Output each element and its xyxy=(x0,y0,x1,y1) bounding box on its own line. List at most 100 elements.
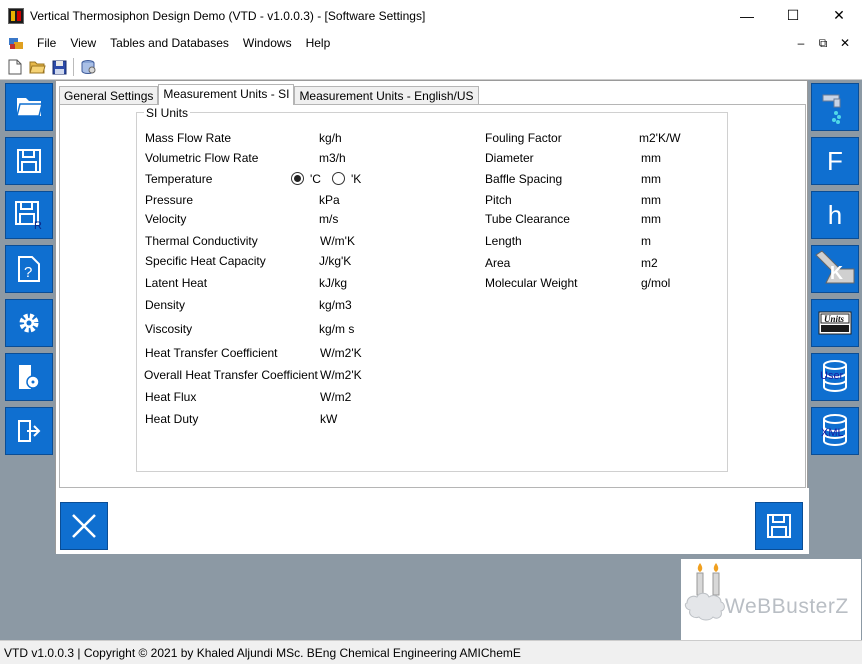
unit-viscosity: kg/m s xyxy=(319,322,355,336)
unit-overall-heat-transfer-coefficient: W/m2'K xyxy=(320,368,362,382)
mdi-minimize-button[interactable]: – xyxy=(790,36,812,50)
unit-molecular-weight: g/mol xyxy=(641,276,671,290)
faucet-icon xyxy=(822,94,841,124)
temperature-celsius-radio[interactable] xyxy=(291,172,304,185)
open-folder-button[interactable] xyxy=(26,56,48,78)
k-pipe-icon: K xyxy=(815,250,855,284)
close-window-button[interactable]: ✕ xyxy=(816,0,862,31)
unit-mass-flow-rate: kg/h xyxy=(319,131,342,145)
minimize-button[interactable]: — xyxy=(724,0,770,31)
label-mass-flow-rate: Mass Flow Rate xyxy=(145,131,232,145)
k-value-button[interactable]: K xyxy=(811,245,859,293)
label-tube-clearance: Tube Clearance xyxy=(485,212,570,226)
user-label: User xyxy=(820,370,844,382)
h-label: h xyxy=(827,199,843,230)
menu-view[interactable]: View xyxy=(63,31,103,55)
label-volumetric-flow-rate: Volumetric Flow Rate xyxy=(145,151,259,165)
unit-length: m xyxy=(641,234,651,248)
new-document-icon xyxy=(8,59,22,75)
logo-text: WeBBusterZ xyxy=(725,595,849,618)
unit-heat-transfer-coefficient: W/m2'K xyxy=(320,346,362,360)
floppy-disk-icon xyxy=(52,60,66,74)
label-heat-flux: Heat Flux xyxy=(145,390,197,404)
user-database-button[interactable]: User xyxy=(811,353,859,401)
save-file-button[interactable] xyxy=(5,137,53,185)
menu-help[interactable]: Help xyxy=(299,31,338,55)
save-report-button[interactable]: R xyxy=(5,191,53,239)
unit-latent-heat: kJ/kg xyxy=(319,276,348,290)
xml-database-icon: XML xyxy=(821,414,847,447)
units-table-icon: Units xyxy=(818,311,852,335)
unit-volumetric-flow-rate: m3/h xyxy=(319,151,346,165)
title-bar: Vertical Thermosiphon Design Demo (VTD -… xyxy=(0,0,862,31)
label-specific-heat-capacity: Specific Heat Capacity xyxy=(145,254,266,268)
unit-density: kg/m3 xyxy=(319,298,352,312)
mdi-close-button[interactable]: ✕ xyxy=(834,36,856,50)
user-database-icon: User xyxy=(820,360,847,393)
menu-windows[interactable]: Windows xyxy=(236,31,299,55)
unit-specific-heat-capacity: J/kg'K xyxy=(319,254,352,268)
folder-icon xyxy=(16,98,43,117)
temperature-kelvin-label[interactable]: 'K xyxy=(351,172,361,186)
xml-database-button[interactable]: XML xyxy=(811,407,859,455)
help-document-button[interactable]: ? xyxy=(5,245,53,293)
open-file-button[interactable] xyxy=(5,83,53,131)
tab-measurement-units-si[interactable]: Measurement Units - SI xyxy=(158,84,295,105)
window-controls: — ☐ ✕ xyxy=(724,0,862,31)
svg-text:R: R xyxy=(34,220,42,230)
label-heat-duty: Heat Duty xyxy=(145,412,199,426)
label-pressure: Pressure xyxy=(145,193,194,207)
settings-button[interactable] xyxy=(5,299,53,347)
new-document-button[interactable] xyxy=(4,56,26,78)
floppy-disk-icon xyxy=(17,149,41,173)
xml-label: XML xyxy=(821,427,844,439)
group-legend: SI Units xyxy=(144,106,191,120)
label-area: Area xyxy=(485,256,511,270)
label-baffle-spacing: Baffle Spacing xyxy=(485,172,563,186)
app-icon[interactable] xyxy=(8,7,24,24)
dialog-button-strip xyxy=(56,488,809,554)
label-viscosity: Viscosity xyxy=(145,322,193,336)
exit-button[interactable] xyxy=(5,407,53,455)
save-toolbar-button[interactable] xyxy=(48,56,70,78)
floppy-report-icon: R xyxy=(15,201,42,230)
tab-general-settings[interactable]: General Settings xyxy=(59,86,159,105)
temperature-kelvin-radio[interactable] xyxy=(332,172,345,185)
label-velocity: Velocity xyxy=(145,212,187,226)
save-settings-button[interactable] xyxy=(755,502,803,550)
menu-tables-and-databases[interactable]: Tables and Databases xyxy=(103,31,236,55)
unit-pressure: kPa xyxy=(319,193,340,207)
maximize-button[interactable]: ☐ xyxy=(770,0,816,31)
mdi-child-icon[interactable] xyxy=(8,35,24,51)
unit-diameter: mm xyxy=(641,151,661,165)
watermark-logo: WeBBusterZ xyxy=(681,559,861,640)
floppy-disk-icon xyxy=(767,514,791,538)
menu-file[interactable]: File xyxy=(30,31,63,55)
label-pitch: Pitch xyxy=(485,193,512,207)
label-length: Length xyxy=(485,234,522,248)
menu-bar: File View Tables and Databases Windows H… xyxy=(0,31,862,55)
mdi-controls: – ⧉ ✕ xyxy=(790,31,856,55)
f-label: F xyxy=(827,145,843,176)
database-tool-button[interactable] xyxy=(77,56,99,78)
f-factor-button[interactable]: F xyxy=(811,137,859,185)
mdi-restore-button[interactable]: ⧉ xyxy=(812,36,834,51)
units-button[interactable]: Units xyxy=(811,299,859,347)
book-disc-icon xyxy=(19,365,40,389)
unit-baffle-spacing: mm xyxy=(641,172,661,186)
h-coefficient-button[interactable]: h xyxy=(811,191,859,239)
mdi-workspace: R ? F h K Units User XML General Setting… xyxy=(0,80,862,640)
unit-velocity: m/s xyxy=(319,212,339,226)
unit-heat-duty: kW xyxy=(320,412,338,426)
units-label: Units xyxy=(824,314,845,324)
tab-measurement-units-english-us[interactable]: Measurement Units - English/US xyxy=(294,86,479,105)
window-title: Vertical Thermosiphon Design Demo (VTD -… xyxy=(30,8,426,23)
cancel-button[interactable] xyxy=(60,502,108,550)
open-folder-icon xyxy=(28,61,46,74)
settings-form: General Settings Measurement Units - SI … xyxy=(55,80,809,554)
documentation-button[interactable] xyxy=(5,353,53,401)
fluid-properties-button[interactable] xyxy=(811,83,859,131)
unit-thermal-conductivity: W/m'K xyxy=(320,234,355,248)
temperature-celsius-label[interactable]: 'C xyxy=(310,172,321,186)
tab-panel-si: SI Units Mass Flow Rate Volumetric Flow … xyxy=(59,104,806,488)
